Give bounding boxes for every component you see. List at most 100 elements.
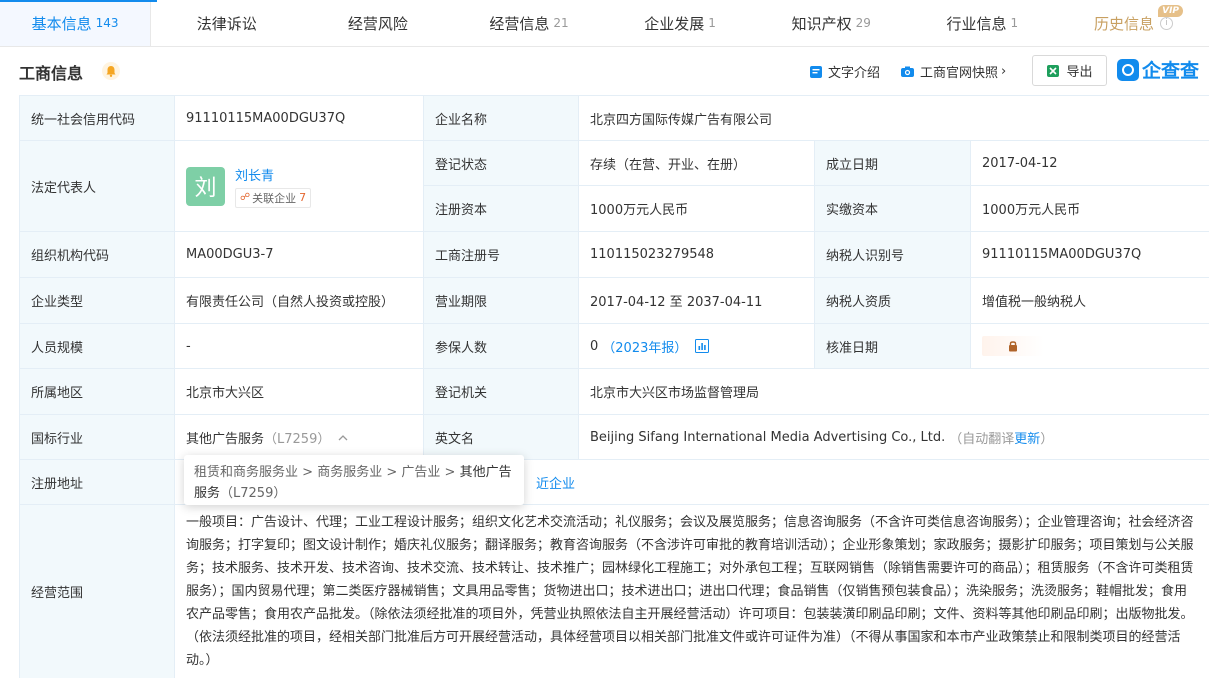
credit-code-value[interactable]: 91110115MA00DGU37Q — [175, 96, 424, 141]
tab-count: 1 — [708, 16, 716, 30]
company-name-value[interactable]: 北京四方国际传媒广告有限公司 — [579, 96, 1209, 141]
tab-business[interactable]: 经营信息 21 — [453, 0, 604, 46]
export-button[interactable]: 导出 — [1032, 55, 1107, 86]
scope-label: 经营范围 — [20, 505, 175, 678]
tab-label: 行业信息 — [946, 14, 1007, 33]
industry-path-tooltip: 租赁和商务服务业 > 商务服务业 > 广告业 > 其他广告服务（L7259） — [184, 455, 524, 505]
tab-label: 企业发展 — [644, 14, 705, 33]
lock-icon[interactable] — [982, 336, 1044, 356]
bar-chart-icon[interactable] — [695, 339, 710, 353]
tab-count: 1 — [1010, 16, 1019, 30]
tab-count: 29 — [855, 16, 871, 30]
tab-history[interactable]: 历史信息 i VIP — [1058, 0, 1209, 46]
camera-icon — [901, 66, 914, 77]
staff-size-value: - — [175, 324, 424, 369]
insured-report-link[interactable]: （2023年报） — [602, 337, 687, 356]
auto-translate-note: （自动翻译 — [949, 431, 1015, 447]
term-label: 营业期限 — [424, 278, 579, 324]
taxpayer-id-label: 纳税人识别号 — [815, 232, 971, 278]
tooltip-path-2: 商务服务业 — [317, 465, 383, 480]
tab-industry[interactable]: 行业信息 1 — [907, 0, 1058, 46]
org-code-value[interactable]: MA00DGU3-7 — [175, 232, 424, 278]
term-value: 2017-04-12 至 2037-04-11 — [579, 278, 815, 324]
chevron-up-icon[interactable] — [338, 430, 348, 445]
industry-cell[interactable]: 其他广告服务 （L7259） — [175, 415, 424, 460]
industry-value: 其他广告服务 — [186, 431, 265, 447]
org-code-label: 组织机构代码 — [20, 232, 175, 278]
tab-development[interactable]: 企业发展 1 — [605, 0, 756, 46]
tab-risk[interactable]: 经营风险 — [302, 0, 453, 46]
insured-label: 参保人数 — [424, 324, 579, 369]
tab-bar: 基本信息 143 法律诉讼 经营风险 经营信息 21 企业发展 1 知识产权 2… — [0, 0, 1209, 47]
taxpayer-id-value[interactable]: 91110115MA00DGU37Q — [971, 232, 1209, 278]
related-companies-badge[interactable]: ☍ 关联企业 7 — [235, 187, 312, 208]
brand-logo: 企查查 — [1117, 56, 1199, 83]
reg-capital-label: 注册资本 — [424, 186, 579, 232]
staff-size-label: 人员规模 — [20, 324, 175, 369]
legal-rep-cell: 刘 刘长青 ☍ 关联企业 7 — [175, 141, 424, 232]
legal-rep-info: 刘长青 ☍ 关联企业 7 — [235, 165, 312, 208]
update-translation-link[interactable]: 更新 — [1014, 428, 1040, 447]
tooltip-sep: > — [440, 465, 460, 480]
paid-capital-value: 1000万元人民币 — [971, 186, 1209, 232]
company-type-value: 有限责任公司（自然人投资或控股） — [175, 278, 424, 324]
brand-name: 企查查 — [1142, 60, 1200, 82]
tab-basic-info[interactable]: 基本信息 143 — [0, 0, 158, 46]
region-label: 所属地区 — [20, 369, 175, 415]
export-label: 导出 — [1066, 65, 1093, 80]
document-icon — [810, 65, 822, 78]
tab-count: 21 — [553, 16, 569, 30]
nearby-companies-link[interactable]: 近企业 — [536, 473, 575, 492]
tab-label: 历史信息 — [1093, 14, 1154, 33]
reg-authority-value: 北京市大兴区市场监督管理局 — [579, 369, 1209, 415]
business-info-table: 统一社会信用代码 91110115MA00DGU37Q 企业名称 北京四方国际传… — [19, 95, 1209, 678]
company-name-label: 企业名称 — [424, 96, 579, 141]
tab-label: 经营信息 — [489, 14, 550, 33]
tab-label: 知识产权 — [791, 14, 852, 33]
biz-reg-no-label: 工商注册号 — [424, 232, 579, 278]
found-date-value: 2017-04-12 — [971, 141, 1209, 186]
reg-status-value: 存续（在营、开业、在册） — [579, 141, 815, 186]
region-value: 北京市大兴区 — [175, 369, 424, 415]
industry-code: （L7259） — [264, 431, 331, 447]
tab-label: 经营风险 — [347, 14, 408, 33]
tab-label: 法律诉讼 — [196, 14, 257, 33]
excel-icon — [1047, 64, 1060, 77]
approve-date-cell — [971, 324, 1209, 369]
brand-mark-icon — [1117, 58, 1139, 81]
taxpayer-qual-label: 纳税人资质 — [815, 278, 971, 324]
found-date-label: 成立日期 — [815, 141, 971, 186]
reg-status-label: 登记状态 — [424, 141, 579, 186]
insured-cell: 0 （2023年报） — [579, 324, 815, 369]
taxpayer-qual-value: 增值税一般纳税人 — [971, 278, 1209, 324]
auto-translate-close: ） — [1040, 431, 1054, 447]
english-name-value: Beijing Sifang International Media Adver… — [590, 429, 946, 445]
paid-capital-label: 实缴资本 — [815, 186, 971, 232]
network-icon: ☍ — [240, 192, 251, 203]
credit-code-label: 统一社会信用代码 — [20, 96, 175, 141]
industry-label: 国标行业 — [20, 415, 175, 460]
tooltip-sep: > — [298, 465, 318, 480]
text-intro-link[interactable]: 文字介绍 — [809, 62, 880, 81]
tooltip-path-1: 租赁和商务服务业 — [194, 465, 299, 480]
reg-authority-label: 登记机关 — [424, 369, 579, 415]
reg-capital-value: 1000万元人民币 — [579, 186, 815, 232]
tab-legal[interactable]: 法律诉讼 — [151, 0, 302, 46]
chevron-right-icon: › — [1001, 64, 1007, 79]
address-label: 注册地址 — [20, 460, 175, 505]
tab-count: 143 — [95, 16, 119, 30]
legal-rep-label: 法定代表人 — [20, 141, 175, 232]
snapshot-link[interactable]: 工商官网快照 › — [900, 62, 1006, 81]
approve-date-label: 核准日期 — [815, 324, 971, 369]
avatar[interactable]: 刘 — [186, 166, 225, 206]
tooltip-sep: > — [382, 465, 402, 480]
legal-rep-name-link[interactable]: 刘长青 — [235, 165, 311, 184]
text-intro-label: 文字介绍 — [828, 66, 881, 81]
company-type-label: 企业类型 — [20, 278, 175, 324]
biz-reg-no-value[interactable]: 110115023279548 — [579, 232, 815, 278]
insured-value: 0 — [590, 338, 599, 354]
bell-icon[interactable] — [102, 62, 120, 80]
tooltip-code: （L7259） — [220, 486, 287, 501]
snapshot-label: 工商官网快照 — [920, 66, 999, 81]
tab-ip[interactable]: 知识产权 29 — [756, 0, 907, 46]
